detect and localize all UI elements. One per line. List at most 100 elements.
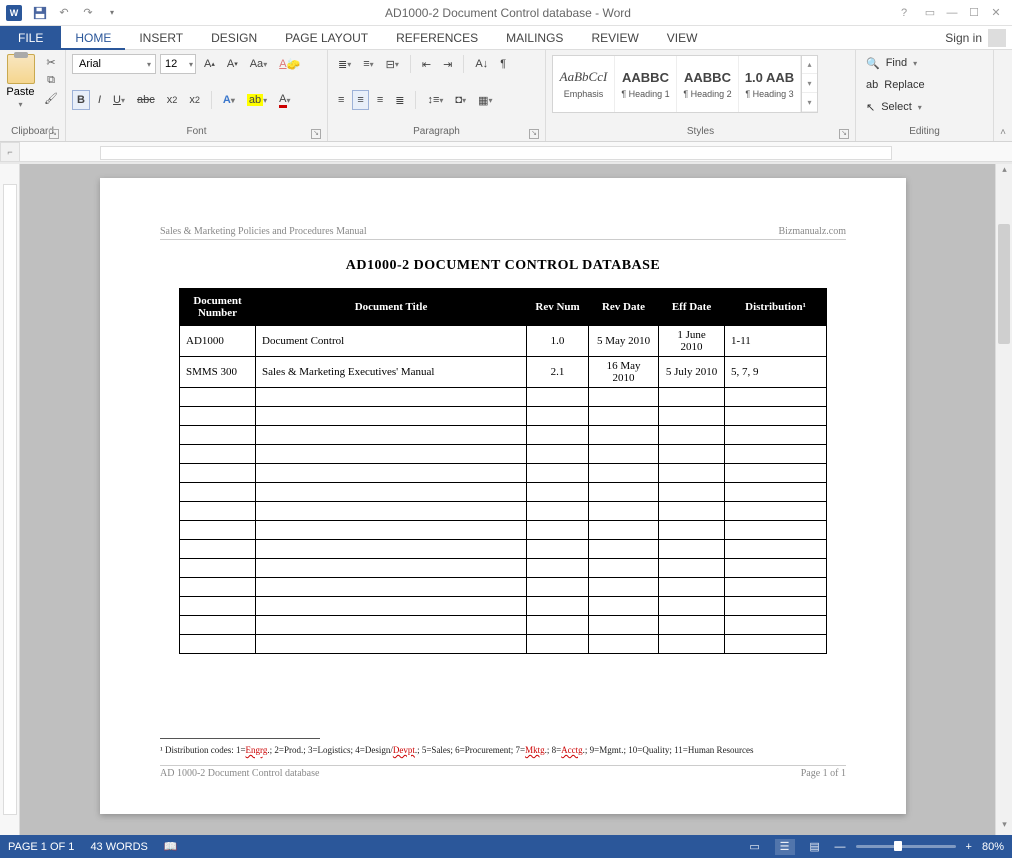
close-icon[interactable]: ✕ (988, 6, 1004, 20)
bold-icon[interactable]: B (72, 90, 90, 110)
table-row: AD1000Document Control1.05 May 20101 Jun… (180, 326, 827, 357)
table-cell: AD1000 (180, 326, 256, 357)
tab-page-layout[interactable]: PAGE LAYOUT (271, 26, 382, 50)
numbering-icon[interactable]: ≡▾ (359, 54, 377, 74)
zoom-level[interactable]: 80% (982, 841, 1004, 853)
launcher-icon[interactable]: ↘ (839, 129, 849, 139)
text-effects-icon[interactable]: A ▾ (219, 90, 239, 110)
cut-icon[interactable]: ✂ (43, 54, 59, 70)
replace-button[interactable]: abReplace (862, 76, 987, 94)
maximize-icon[interactable]: ☐ (966, 6, 982, 20)
save-icon[interactable] (32, 5, 48, 21)
table-cell (256, 578, 527, 597)
shading-icon[interactable]: ◘▾ (451, 90, 470, 110)
table-header: Rev Date (589, 289, 659, 326)
zoom-out-icon[interactable]: — (835, 841, 846, 853)
qat-customize-icon[interactable]: ▾ (104, 5, 120, 21)
proofing-icon[interactable]: 📖 (164, 840, 178, 853)
tab-references[interactable]: REFERENCES (382, 26, 492, 50)
underline-icon[interactable]: U ▾ (109, 90, 129, 110)
undo-icon[interactable]: ↶ (56, 5, 72, 21)
styles-gallery[interactable]: AaBbCcIEmphasis AABBC¶ Heading 1 AABBC¶ … (552, 55, 818, 113)
superscript-icon[interactable]: x2 (185, 90, 204, 110)
horizontal-ruler[interactable] (20, 142, 1012, 162)
collapse-ribbon-icon[interactable]: ˄ (1000, 127, 1006, 138)
line-spacing-icon[interactable]: ↕≡ ▾ (423, 90, 447, 110)
tab-home[interactable]: HOME (61, 26, 125, 50)
table-cell (589, 483, 659, 502)
change-case-icon[interactable]: Aa ▾ (246, 54, 271, 74)
document-canvas[interactable]: Sales & Marketing Policies and Procedure… (20, 164, 995, 835)
find-button[interactable]: 🔍Find ▾ (862, 54, 987, 72)
vertical-ruler[interactable] (0, 164, 20, 835)
align-center-icon[interactable]: ≡ (352, 90, 368, 110)
copy-icon[interactable]: ⧉ (43, 72, 59, 88)
style-heading1[interactable]: AABBC¶ Heading 1 (615, 56, 677, 112)
font-color-icon[interactable]: A ▾ (275, 90, 294, 110)
tab-review[interactable]: REVIEW (577, 26, 652, 50)
align-right-icon[interactable]: ≡ (373, 90, 387, 110)
table-cell: 5 July 2010 (659, 357, 725, 388)
table-cell (180, 426, 256, 445)
style-emphasis[interactable]: AaBbCcIEmphasis (553, 56, 615, 112)
scroll-up-icon[interactable]: ▴ (996, 164, 1012, 180)
style-heading3[interactable]: 1.0 AAB¶ Heading 3 (739, 56, 801, 112)
launcher-icon[interactable]: ↘ (529, 129, 539, 139)
ribbon-display-icon[interactable]: ▭ (922, 6, 938, 20)
italic-icon[interactable]: I (94, 90, 105, 110)
word-count[interactable]: 43 WORDS (90, 841, 147, 853)
multilevel-icon[interactable]: ⊟▾ (382, 54, 403, 74)
find-icon: 🔍 (866, 57, 880, 70)
highlight-icon[interactable]: ab▾ (243, 90, 271, 110)
justify-icon[interactable]: ≣ (391, 90, 408, 110)
decrease-indent-icon[interactable]: ⇤ (418, 54, 435, 74)
scroll-down-icon[interactable]: ▾ (996, 819, 1012, 835)
print-layout-icon[interactable]: ☰ (775, 839, 795, 855)
web-layout-icon[interactable]: ▤ (805, 839, 825, 855)
clear-formatting-icon[interactable]: A🧽 (275, 54, 304, 74)
minimize-icon[interactable]: — (944, 6, 960, 20)
table-cell (180, 502, 256, 521)
borders-icon[interactable]: ▦▾ (474, 90, 496, 110)
select-button[interactable]: ↖Select ▾ (862, 98, 987, 116)
subscript-icon[interactable]: x2 (163, 90, 182, 110)
page-count[interactable]: PAGE 1 OF 1 (8, 841, 74, 853)
tab-design[interactable]: DESIGN (197, 26, 271, 50)
grow-font-icon[interactable]: A▴ (200, 54, 219, 74)
align-left-icon[interactable]: ≡ (334, 90, 348, 110)
scroll-thumb[interactable] (998, 224, 1010, 344)
sign-in[interactable]: Sign in (945, 29, 1006, 47)
table-cell (256, 464, 527, 483)
tab-mailings[interactable]: MAILINGS (492, 26, 577, 50)
vertical-scrollbar[interactable]: ▴ ▾ (995, 164, 1012, 835)
paste-button[interactable]: Paste ▾ (6, 54, 35, 109)
shrink-font-icon[interactable]: A▾ (223, 54, 242, 74)
table-cell (180, 635, 256, 654)
launcher-icon[interactable]: ↘ (311, 129, 321, 139)
ruler-corner: ⌐ (0, 142, 20, 162)
font-size-select[interactable]: 12▾ (160, 54, 196, 74)
table-cell (256, 616, 527, 635)
font-name-select[interactable]: Arial▾ (72, 54, 156, 74)
table-row: SMMS 300Sales & Marketing Executives' Ma… (180, 357, 827, 388)
read-mode-icon[interactable]: ▭ (745, 839, 765, 855)
tab-view[interactable]: VIEW (653, 26, 712, 50)
table-cell (659, 426, 725, 445)
tab-file[interactable]: FILE (0, 26, 61, 50)
styles-more[interactable]: ▴▾▾ (801, 56, 817, 112)
zoom-slider[interactable] (856, 845, 956, 848)
sort-icon[interactable]: A↓ (471, 54, 492, 74)
show-marks-icon[interactable]: ¶ (496, 54, 510, 74)
strikethrough-icon[interactable]: abc (133, 90, 159, 110)
format-painter-icon[interactable]: 🖌 (43, 90, 59, 106)
style-heading2[interactable]: AABBC¶ Heading 2 (677, 56, 739, 112)
tab-insert[interactable]: INSERT (125, 26, 197, 50)
increase-indent-icon[interactable]: ⇥ (439, 54, 456, 74)
help-icon[interactable]: ? (896, 6, 912, 20)
page: Sales & Marketing Policies and Procedure… (100, 178, 906, 814)
bullets-icon[interactable]: ≣▾ (334, 54, 355, 74)
launcher-icon[interactable]: ↘ (49, 129, 59, 139)
table-cell (589, 559, 659, 578)
zoom-in-icon[interactable]: + (966, 841, 972, 853)
redo-icon[interactable]: ↷ (80, 5, 96, 21)
